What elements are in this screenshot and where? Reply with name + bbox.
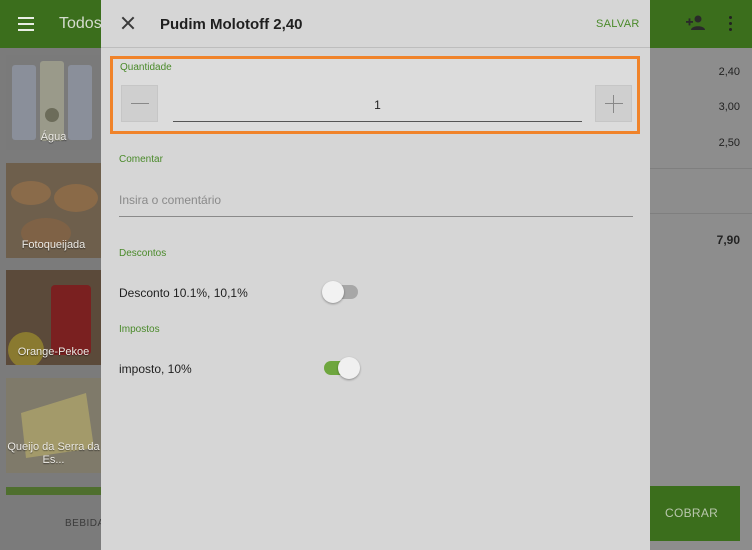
product-tile-partial <box>6 487 101 495</box>
product-label: Orange-Pekoe <box>17 346 90 358</box>
product-label: Queijo da Serra da Es... <box>7 441 100 466</box>
divider <box>101 47 650 48</box>
discount-toggle[interactable] <box>322 281 360 303</box>
save-button[interactable]: SALVAR <box>596 18 640 30</box>
tax-toggle[interactable] <box>322 357 360 379</box>
product-tile[interactable]: Fotoqueijada <box>6 163 101 258</box>
ticket-total: 7,90 <box>716 233 740 247</box>
more-options-icon[interactable] <box>729 16 733 34</box>
quantity-section: Quantidade <box>110 56 640 134</box>
charge-button-label: COBRAR <box>665 506 719 520</box>
product-label: Fotoqueijada <box>21 239 86 251</box>
ticket-item-price: 2,50 <box>718 137 740 149</box>
dialog-title: Pudim Molotoff 2,40 <box>160 16 303 33</box>
charge-button[interactable]: COBRAR <box>650 486 740 541</box>
discount-label: Desconto 10.1%, 10,1% <box>119 286 248 300</box>
toggle-knob <box>338 357 360 379</box>
decrement-button[interactable] <box>121 85 158 122</box>
product-label: Água <box>40 131 67 143</box>
category-title: Todos <box>59 15 102 32</box>
quantity-label: Quantidade <box>120 62 172 73</box>
tax-label: imposto, 10% <box>119 362 192 376</box>
comment-label: Comentar <box>119 154 163 165</box>
item-edit-dialog: Pudim Molotoff 2,40 SALVAR Quantidade Co… <box>101 0 650 550</box>
divider <box>650 168 752 169</box>
menu-icon[interactable] <box>18 17 34 31</box>
dialog-header: Pudim Molotoff 2,40 SALVAR <box>101 0 650 48</box>
taxes-label: Impostos <box>119 324 160 335</box>
comment-input[interactable] <box>119 183 633 217</box>
product-tile[interactable]: Queijo da Serra da Es... <box>6 378 101 473</box>
divider <box>650 213 752 214</box>
discounts-label: Descontos <box>119 248 167 259</box>
product-tile[interactable]: Água <box>6 55 101 150</box>
increment-button[interactable] <box>595 85 632 122</box>
close-icon[interactable] <box>121 16 135 30</box>
ticket-item-price: 3,00 <box>718 101 740 113</box>
ticket-panel: 2,40 3,00 2,50 7,90 <box>650 48 752 550</box>
toggle-knob <box>322 281 344 303</box>
ticket-item-price: 2,40 <box>718 66 740 78</box>
product-tile[interactable]: Orange-Pekoe <box>6 270 101 368</box>
add-customer-icon[interactable] <box>686 14 706 32</box>
category-tab[interactable]: BEBIDA <box>65 518 105 529</box>
quantity-input[interactable] <box>173 89 582 122</box>
